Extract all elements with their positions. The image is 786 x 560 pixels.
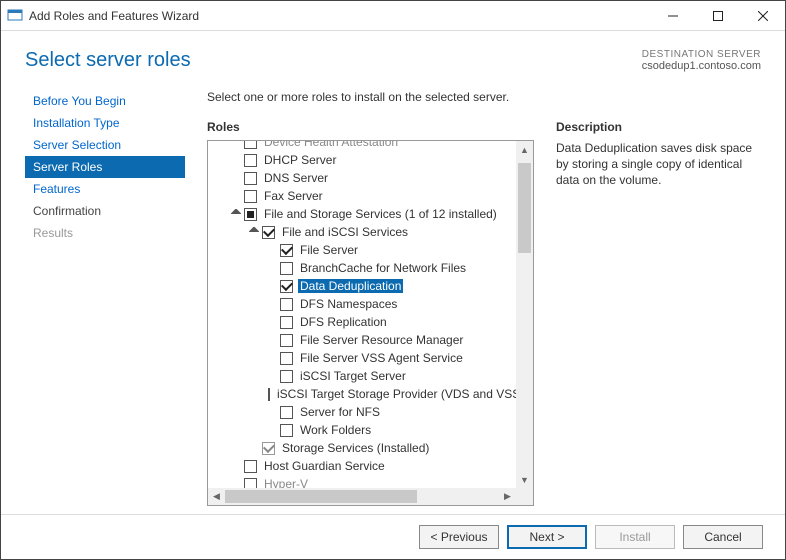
- scroll-right-icon[interactable]: ▶: [499, 488, 516, 505]
- role-checkbox[interactable]: [244, 460, 257, 473]
- window-title: Add Roles and Features Wizard: [29, 9, 199, 23]
- role-checkbox: [262, 442, 275, 455]
- role-label[interactable]: Host Guardian Service: [262, 459, 387, 473]
- install-button[interactable]: Install: [595, 525, 675, 549]
- role-checkbox[interactable]: [244, 154, 257, 167]
- role-label[interactable]: Hyper-V: [262, 477, 310, 488]
- role-checkbox[interactable]: [280, 370, 293, 383]
- wizard-footer: < Previous Next > Install Cancel: [1, 514, 785, 559]
- description-text: Data Deduplication saves disk space by s…: [556, 140, 761, 189]
- role-label[interactable]: File and Storage Services (1 of 12 insta…: [262, 207, 499, 221]
- role-checkbox[interactable]: [280, 406, 293, 419]
- role-row[interactable]: Storage Services (Installed): [208, 439, 516, 457]
- role-label[interactable]: DHCP Server: [262, 153, 338, 167]
- roles-tree: Device Health Attestation DHCP Server DNS …: [207, 140, 534, 506]
- role-checkbox[interactable]: [244, 172, 257, 185]
- role-row[interactable]: Hyper-V: [208, 475, 516, 488]
- role-checkbox[interactable]: [280, 316, 293, 329]
- role-checkbox[interactable]: [280, 298, 293, 311]
- wizard-step-0[interactable]: Before You Begin: [25, 90, 185, 112]
- role-label[interactable]: iSCSI Target Server: [298, 369, 408, 383]
- wizard-step-3[interactable]: Server Roles: [25, 156, 185, 178]
- wizard-step-6: Results: [25, 222, 185, 244]
- role-row[interactable]: DFS Namespaces: [208, 295, 516, 313]
- scroll-left-icon[interactable]: ◀: [208, 488, 225, 505]
- scroll-down-icon[interactable]: ▼: [516, 471, 533, 488]
- titlebar: Add Roles and Features Wizard: [1, 1, 785, 31]
- wizard-step-1[interactable]: Installation Type: [25, 112, 185, 134]
- role-checkbox[interactable]: [244, 190, 257, 203]
- description-label: Description: [556, 120, 761, 134]
- close-button[interactable]: [740, 1, 785, 30]
- expander-icon[interactable]: [230, 208, 242, 220]
- previous-button[interactable]: < Previous: [419, 525, 499, 549]
- role-checkbox[interactable]: [280, 352, 293, 365]
- role-row[interactable]: iSCSI Target Storage Provider (VDS and V…: [208, 385, 516, 403]
- role-label[interactable]: BranchCache for Network Files: [298, 261, 468, 275]
- role-checkbox[interactable]: [280, 262, 293, 275]
- next-button[interactable]: Next >: [507, 525, 587, 549]
- role-row[interactable]: File Server: [208, 241, 516, 259]
- role-checkbox[interactable]: [244, 208, 257, 221]
- role-label[interactable]: DNS Server: [262, 171, 330, 185]
- role-label[interactable]: Server for NFS: [298, 405, 382, 419]
- role-checkbox[interactable]: [244, 141, 257, 149]
- scroll-up-icon[interactable]: ▲: [516, 141, 533, 158]
- role-row[interactable]: Device Health Attestation: [208, 141, 516, 151]
- role-label[interactable]: File Server VSS Agent Service: [298, 351, 465, 365]
- destination-server: csodedup1.contoso.com: [642, 60, 761, 72]
- vertical-scrollbar[interactable]: ▲ ▼: [516, 141, 533, 488]
- wizard-steps: Before You BeginInstallation TypeServer …: [25, 82, 185, 506]
- expander-icon[interactable]: [248, 226, 260, 238]
- role-checkbox[interactable]: [280, 424, 293, 437]
- roles-label: Roles: [207, 120, 534, 134]
- role-label[interactable]: File and iSCSI Services: [280, 225, 410, 239]
- intro-text: Select one or more roles to install on t…: [207, 90, 761, 104]
- role-row[interactable]: File Server VSS Agent Service: [208, 349, 516, 367]
- role-row[interactable]: File and Storage Services (1 of 12 insta…: [208, 205, 516, 223]
- wizard-step-2[interactable]: Server Selection: [25, 134, 185, 156]
- role-label[interactable]: DFS Replication: [298, 315, 389, 329]
- role-label[interactable]: File Server: [298, 243, 360, 257]
- role-label[interactable]: Data Deduplication: [298, 279, 403, 293]
- role-row[interactable]: Data Deduplication: [208, 277, 516, 295]
- role-row[interactable]: Server for NFS: [208, 403, 516, 421]
- role-checkbox[interactable]: [262, 226, 275, 239]
- role-checkbox[interactable]: [280, 280, 293, 293]
- role-row[interactable]: Fax Server: [208, 187, 516, 205]
- role-label[interactable]: Work Folders: [298, 423, 373, 437]
- horizontal-scrollbar[interactable]: ◀ ▶: [208, 488, 516, 505]
- role-row[interactable]: BranchCache for Network Files: [208, 259, 516, 277]
- app-icon: [7, 8, 23, 24]
- role-checkbox[interactable]: [244, 478, 257, 489]
- wizard-step-5[interactable]: Confirmation: [25, 200, 185, 222]
- role-row[interactable]: DNS Server: [208, 169, 516, 187]
- role-label[interactable]: Storage Services (Installed): [280, 441, 431, 455]
- destination-label: DESTINATION SERVER: [642, 49, 761, 60]
- minimize-button[interactable]: [650, 1, 695, 30]
- role-checkbox[interactable]: [280, 334, 293, 347]
- role-checkbox[interactable]: [268, 388, 270, 401]
- role-row[interactable]: DHCP Server: [208, 151, 516, 169]
- role-row[interactable]: iSCSI Target Server: [208, 367, 516, 385]
- wizard-step-4[interactable]: Features: [25, 178, 185, 200]
- role-row[interactable]: Work Folders: [208, 421, 516, 439]
- role-label[interactable]: iSCSI Target Storage Provider (VDS and V…: [275, 387, 516, 401]
- role-checkbox[interactable]: [280, 244, 293, 257]
- maximize-button[interactable]: [695, 1, 740, 30]
- role-row[interactable]: DFS Replication: [208, 313, 516, 331]
- page-title: Select server roles: [25, 49, 191, 72]
- role-row[interactable]: File and iSCSI Services: [208, 223, 516, 241]
- role-row[interactable]: Host Guardian Service: [208, 457, 516, 475]
- role-label[interactable]: Fax Server: [262, 189, 325, 203]
- role-label[interactable]: Device Health Attestation: [262, 141, 400, 149]
- role-label[interactable]: DFS Namespaces: [298, 297, 399, 311]
- wizard-header: Select server roles DESTINATION SERVER c…: [1, 31, 785, 82]
- role-row[interactable]: File Server Resource Manager: [208, 331, 516, 349]
- cancel-button[interactable]: Cancel: [683, 525, 763, 549]
- role-label[interactable]: File Server Resource Manager: [298, 333, 465, 347]
